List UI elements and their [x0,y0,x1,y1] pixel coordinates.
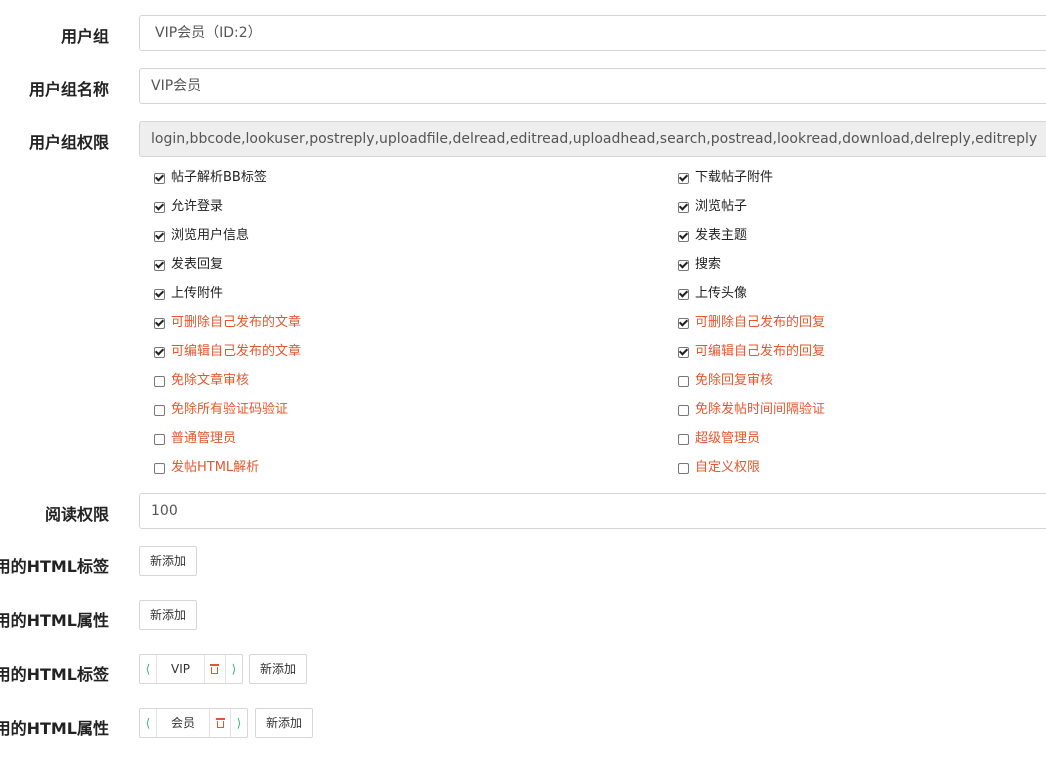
permissions-label: 用户组权限 [28,133,109,152]
permission-checkbox[interactable]: 发表主题 [678,228,747,244]
permission-checkbox[interactable]: 帖子解析BB标签 [154,170,267,186]
read-permission-input[interactable]: 100 [139,493,1046,529]
permission-checkbox[interactable]: 允许登录 [154,199,223,215]
group-name-label: 用户组名称 [28,80,109,99]
permission-checkbox-label: 下载帖子附件 [695,170,774,185]
checkbox-unchecked-icon[interactable] [154,433,165,445]
checkbox-checked-icon[interactable] [678,288,689,300]
group-field[interactable]: VIP会员（ID:2） [139,15,1046,51]
html-attrs-label-1: 用的HTML属性 [0,611,109,630]
html-attr-item: ⟨ 会员 ⟩ [139,708,249,738]
permission-checkbox-label: 发帖HTML解析 [171,460,260,475]
html-attrs-label-2: 用的HTML属性 [0,719,109,738]
add-html-attr-button-1[interactable]: 新添加 [139,600,198,630]
permission-checkbox-label: 发表回复 [171,257,224,272]
checkbox-unchecked-icon[interactable] [678,433,689,445]
move-right-icon[interactable]: ⟩ [230,709,247,737]
permission-checkbox[interactable]: 可编辑自己发布的文章 [154,344,301,360]
permission-checkbox[interactable]: 免除所有验证码验证 [154,402,288,418]
move-left-icon[interactable]: ⟨ [140,709,157,737]
checkbox-checked-icon[interactable] [154,346,165,358]
permission-checkbox-label: 搜索 [695,257,722,272]
move-left-icon[interactable]: ⟨ [140,655,157,683]
add-html-tag-button-2[interactable]: 新添加 [249,654,308,684]
permission-checkbox-label: 免除发帖时间间隔验证 [695,402,826,417]
permission-checkbox-label: 发表主题 [695,228,748,243]
permission-checkbox-label: 帖子解析BB标签 [171,170,267,185]
checkbox-checked-icon[interactable] [678,346,689,358]
checkbox-unchecked-icon[interactable] [678,404,689,416]
permission-checkbox-label: 上传附件 [171,286,224,301]
permission-checkbox[interactable]: 上传附件 [154,286,223,302]
add-html-tag-button-1[interactable]: 新添加 [139,546,198,576]
permission-checkbox[interactable]: 可编辑自己发布的回复 [678,344,825,360]
checkbox-unchecked-icon[interactable] [154,375,165,387]
permission-checkbox-label: 免除所有验证码验证 [171,402,289,417]
permissions-input[interactable]: login,bbcode,lookuser,postreply,uploadfi… [139,121,1046,157]
checkbox-unchecked-icon[interactable] [678,375,689,387]
delete-icon[interactable] [203,655,225,683]
group-name-input[interactable]: VIP会员 [139,68,1046,104]
checkbox-unchecked-icon[interactable] [678,462,689,474]
permission-checkbox[interactable]: 免除发帖时间间隔验证 [678,402,825,418]
checkbox-checked-icon[interactable] [154,201,165,213]
permission-checkbox[interactable]: 发表回复 [154,257,223,273]
checkbox-checked-icon[interactable] [154,230,165,242]
permission-checkbox-label: 超级管理员 [695,431,761,446]
checkbox-checked-icon[interactable] [154,288,165,300]
tag-value[interactable]: VIP [157,655,204,683]
permission-checkbox[interactable]: 浏览用户信息 [154,228,249,244]
checkbox-checked-icon[interactable] [678,317,689,329]
group-label: 用户组 [60,27,109,46]
checkbox-checked-icon[interactable] [678,201,689,213]
attr-value[interactable]: 会员 [157,709,209,737]
permission-checkbox[interactable]: 可删除自己发布的回复 [678,315,825,331]
permission-checkbox[interactable]: 自定义权限 [678,460,760,476]
permission-checkbox-label: 可删除自己发布的回复 [695,315,826,330]
html-tags-label-2: 用的HTML标签 [0,665,109,684]
permission-checkbox[interactable]: 免除文章审核 [154,373,249,389]
permission-checkbox-label: 上传头像 [695,286,748,301]
permission-checkbox-label: 免除回复审核 [695,373,774,388]
permission-checkbox[interactable]: 上传头像 [678,286,747,302]
permission-checkbox[interactable]: 发帖HTML解析 [154,460,259,476]
permission-checkbox[interactable]: 免除回复审核 [678,373,773,389]
permission-checkbox[interactable]: 普通管理员 [154,431,236,447]
move-right-icon[interactable]: ⟩ [224,655,242,683]
checkbox-checked-icon[interactable] [154,259,165,271]
permission-checkbox[interactable]: 下载帖子附件 [678,170,773,186]
permission-checkbox-label: 可删除自己发布的文章 [171,315,302,330]
permission-checkbox-label: 浏览帖子 [695,199,748,214]
add-html-attr-button-2[interactable]: 新添加 [255,708,314,738]
permission-checkbox-label: 普通管理员 [171,431,237,446]
read-permission-label: 阅读权限 [44,505,109,524]
permission-checkbox-label: 允许登录 [171,199,224,214]
permission-checkbox-label: 可编辑自己发布的回复 [695,344,826,359]
delete-icon[interactable] [209,709,230,737]
permission-checkbox[interactable]: 搜索 [678,257,721,273]
html-tags-label-1: 用的HTML标签 [0,557,109,576]
checkbox-checked-icon[interactable] [678,230,689,242]
permission-checkbox-label: 浏览用户信息 [171,228,250,243]
checkbox-unchecked-icon[interactable] [154,462,165,474]
checkbox-checked-icon[interactable] [678,172,689,184]
checkbox-checked-icon[interactable] [678,259,689,271]
checkbox-checked-icon[interactable] [154,317,165,329]
checkbox-checked-icon[interactable] [154,172,165,184]
permission-checkbox[interactable]: 超级管理员 [678,431,760,447]
html-tag-item: ⟨ VIP ⟩ [139,654,243,684]
permission-checkbox[interactable]: 浏览帖子 [678,199,747,215]
checkbox-unchecked-icon[interactable] [154,404,165,416]
permission-checkbox-label: 免除文章审核 [171,373,250,388]
permission-checkbox-label: 可编辑自己发布的文章 [171,344,302,359]
permission-checkbox-label: 自定义权限 [695,460,761,475]
permission-checkbox[interactable]: 可删除自己发布的文章 [154,315,301,331]
